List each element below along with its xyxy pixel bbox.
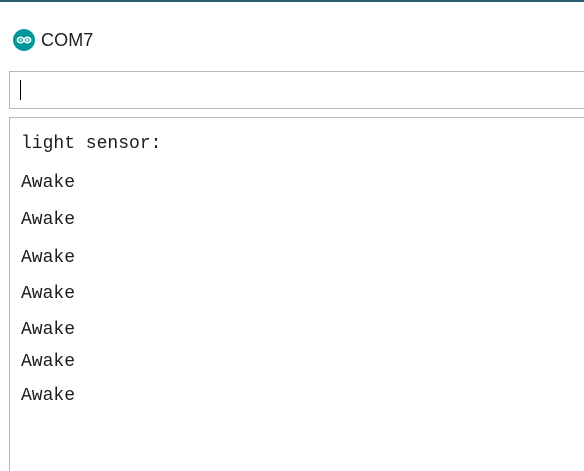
serial-output-area[interactable]: light sensor: Awake Awake Awake Awake Aw… [9, 117, 584, 471]
output-line: Awake [21, 352, 76, 372]
send-input-row [9, 71, 584, 109]
output-line: Awake [21, 210, 76, 230]
output-line: Awake [21, 320, 76, 340]
serial-monitor-window: COM7 light sensor: Awake Awake Awake Awa… [0, 0, 584, 471]
output-line: Awake [21, 173, 76, 193]
title-bar: COM7 [0, 2, 584, 60]
output-line: light sensor: [21, 134, 162, 154]
arduino-logo-icon [13, 29, 35, 51]
output-line: Awake [21, 386, 76, 406]
output-line: Awake [21, 284, 76, 304]
send-input[interactable] [10, 72, 584, 108]
output-line: Awake [21, 248, 76, 268]
window-title: COM7 [41, 30, 94, 50]
text-caret [20, 80, 21, 100]
